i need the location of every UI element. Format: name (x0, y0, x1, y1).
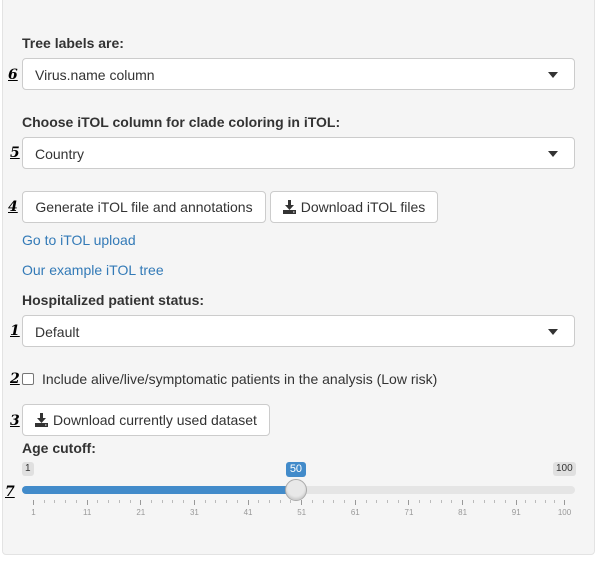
age-cutoff-slider-handle[interactable] (284, 479, 307, 501)
slider-minor-tick (344, 500, 346, 503)
slider-tick (140, 500, 142, 505)
slider-minor-tick (75, 500, 77, 503)
hospitalized-status-select[interactable]: Default (22, 315, 575, 347)
slider-minor-tick (544, 500, 546, 503)
slider-tick (564, 500, 565, 505)
marker-3: 3 (10, 413, 20, 429)
slider-tick-label: 71 (404, 508, 414, 517)
age-cutoff-slider-bar (22, 486, 296, 494)
tree-labels-select[interactable]: Virus.name column (22, 58, 575, 90)
slider-minor-tick (376, 500, 378, 503)
slider-minor-tick (505, 500, 506, 503)
slider-minor-tick (483, 500, 485, 503)
slider-minor-tick (419, 500, 421, 503)
slider-minor-tick (226, 500, 228, 503)
slider-tick-label: 41 (243, 508, 253, 517)
download-icon (282, 200, 296, 214)
download-icon (35, 413, 49, 427)
slider-minor-tick (535, 500, 537, 503)
generate-itol-button[interactable]: Generate iTOL file and annotations (22, 191, 266, 223)
slider-tick (33, 500, 34, 505)
slider-tick-label: 31 (189, 508, 199, 517)
tree-labels-value: Virus.name column (35, 67, 155, 83)
slider-minor-tick (151, 500, 152, 503)
generate-itol-label: Generate iTOL file and annotations (35, 199, 253, 215)
slider-tick (354, 500, 356, 505)
slider-minor-tick (108, 500, 110, 503)
slider-tick (193, 500, 195, 505)
hospitalized-status-label: Hospitalized patient status: (22, 292, 205, 308)
clade-coloring-select[interactable]: Country (22, 137, 575, 169)
slider-minor-tick (215, 500, 217, 503)
chevron-down-icon (548, 72, 558, 78)
slider-minor-tick (54, 500, 56, 503)
slider-tick-label: 11 (82, 508, 92, 517)
example-itol-tree-link[interactable]: Our example iTOL tree (22, 262, 164, 278)
slider-max-label: 100 (553, 462, 576, 476)
slider-minor-tick (451, 500, 453, 503)
low-risk-checkbox[interactable] (22, 373, 34, 385)
slider-value-label: 50 (285, 462, 307, 477)
slider-tick-label: 61 (350, 508, 360, 517)
marker-4: 4 (8, 199, 18, 215)
clade-coloring-value: Country (35, 146, 85, 162)
age-cutoff-label: Age cutoff: (22, 440, 96, 456)
hospitalized-status-value: Default (35, 324, 80, 340)
slider-tick-label: 100 (557, 508, 572, 517)
slider-tick (408, 500, 410, 505)
slider-tick-label: 21 (136, 508, 146, 517)
slider-minor-tick (397, 500, 399, 503)
download-itol-button[interactable]: Download iTOL files (270, 191, 438, 223)
marker-7: 7 (5, 484, 15, 500)
marker-5: 5 (10, 145, 20, 161)
slider-minor-tick (322, 500, 324, 503)
chevron-down-icon (548, 151, 558, 157)
slider-minor-tick (43, 500, 45, 503)
slider-minor-tick (269, 500, 270, 503)
slider-tick-label: 1 (31, 508, 36, 517)
clade-coloring-label: Choose iTOL column for clade coloring in… (22, 114, 341, 130)
slider-min-label: 1 (22, 462, 34, 476)
slider-minor-tick (525, 500, 527, 503)
slider-tick-label: 91 (511, 508, 521, 517)
slider-minor-tick (65, 500, 67, 503)
slider-minor-tick (311, 500, 313, 503)
slider-minor-tick (172, 500, 174, 503)
slider-minor-tick (236, 500, 238, 503)
slider-minor-tick (118, 500, 120, 503)
slider-minor-tick (429, 500, 431, 503)
download-dataset-label: Download currently used dataset (53, 412, 257, 428)
slider-minor-tick (440, 500, 442, 503)
slider-minor-tick (365, 500, 367, 503)
slider-minor-tick (387, 500, 388, 503)
slider-tick (301, 500, 303, 505)
slider-minor-tick (472, 500, 474, 503)
slider-minor-tick (554, 500, 556, 503)
download-itol-label: Download iTOL files (300, 199, 426, 215)
slider-minor-tick (204, 500, 206, 503)
slider-tick-label: 81 (458, 508, 468, 517)
slider-minor-tick (97, 500, 99, 503)
slider-minor-tick (161, 500, 163, 503)
slider-tick (462, 500, 464, 505)
slider-minor-tick (129, 500, 131, 503)
slider-tick (86, 500, 88, 505)
slider-tick-label: 51 (297, 508, 307, 517)
itol-upload-link[interactable]: Go to iTOL upload (22, 232, 136, 248)
marker-6: 6 (8, 67, 18, 83)
chevron-down-icon (548, 329, 558, 335)
tree-labels-label: Tree labels are: (22, 35, 124, 51)
slider-minor-tick (279, 500, 281, 503)
slider-minor-tick (290, 500, 292, 503)
download-dataset-button[interactable]: Download currently used dataset (22, 404, 270, 436)
slider-minor-tick (258, 500, 260, 503)
slider-minor-tick (494, 500, 496, 503)
slider-minor-tick (333, 500, 335, 503)
slider-tick (515, 500, 517, 505)
low-risk-label: Include alive/live/symptomatic patients … (42, 371, 438, 387)
marker-1: 1 (10, 323, 20, 339)
slider-minor-tick (183, 500, 185, 503)
slider-tick (247, 500, 249, 505)
marker-2: 2 (10, 371, 20, 387)
